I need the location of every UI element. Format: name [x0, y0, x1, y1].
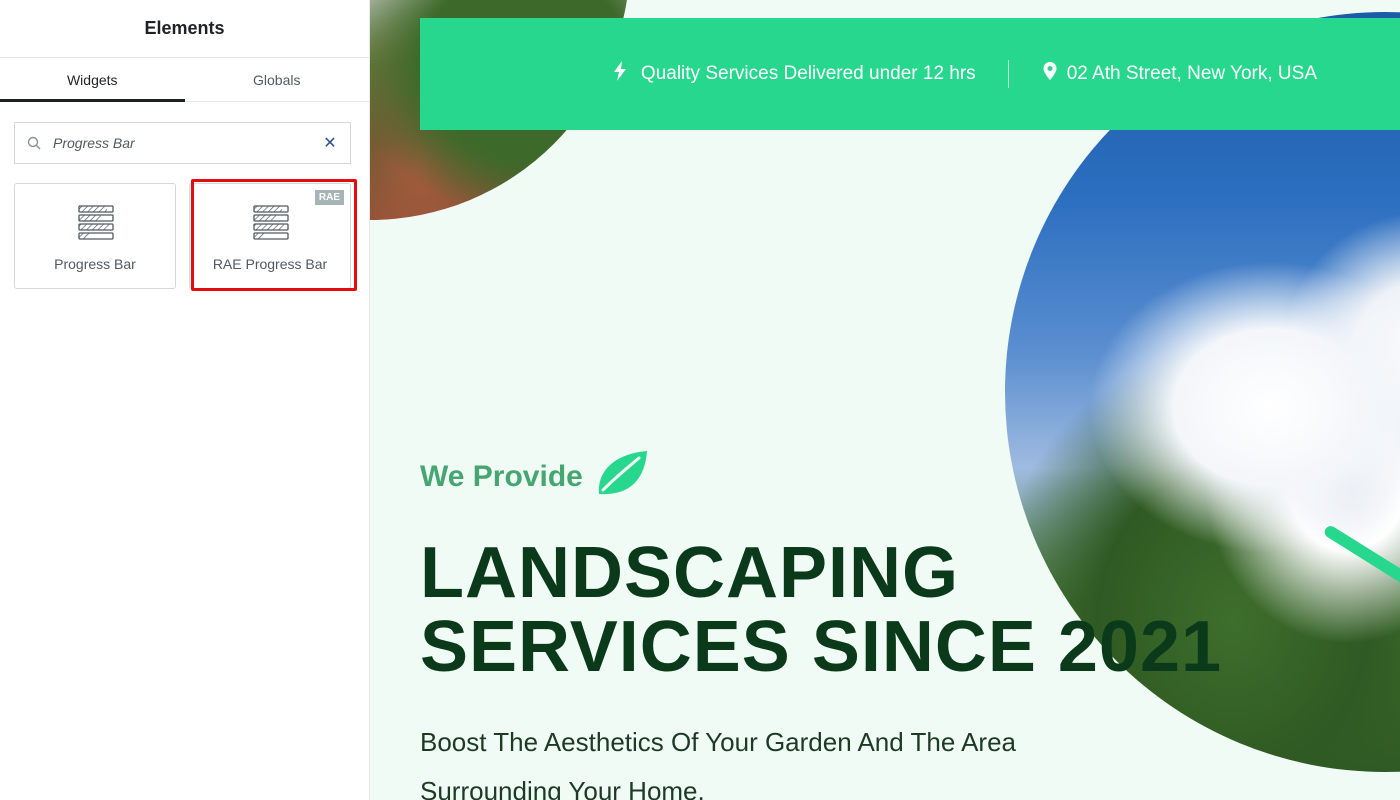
clear-search-icon[interactable]: ✕: [310, 123, 350, 163]
hero-section: We Provide LANDSCAPING SERVICES SINCE 20…: [420, 448, 1240, 800]
address-text: 02 Ath Street, New York, USA: [1066, 63, 1317, 84]
search-icon: [15, 136, 53, 150]
progress-bar-icon: [253, 204, 289, 245]
service-info: Quality Services Delivered under 12 hrs: [613, 61, 976, 87]
rae-badge: RAE: [314, 190, 344, 205]
eyebrow: We Provide: [420, 448, 1240, 506]
leaf-icon: [583, 448, 649, 506]
widget-label: RAE Progress Bar: [212, 256, 328, 272]
hero-subtext: Boost The Aesthetics Of Your Garden And …: [420, 718, 1100, 800]
widget-search: ✕: [14, 122, 351, 164]
hero-headline: LANDSCAPING SERVICES SINCE 2021: [420, 536, 1240, 684]
lightning-icon: [613, 61, 641, 87]
location-pin-icon: [1041, 61, 1067, 87]
service-text: Quality Services Delivered under 12 hrs: [640, 63, 976, 84]
widget-label: Progress Bar: [54, 256, 136, 272]
headline-line-2: SERVICES SINCE 2021: [420, 607, 1223, 687]
widget-progress-bar[interactable]: Progress Bar: [14, 183, 176, 289]
page-preview: Quality Services Delivered under 12 hrs …: [370, 0, 1400, 800]
panel-tabs: Widgets Globals: [0, 58, 369, 102]
panel-title: Elements: [0, 0, 369, 58]
address-info: 02 Ath Street, New York, USA: [1041, 61, 1317, 87]
search-input[interactable]: [53, 123, 310, 163]
tab-globals[interactable]: Globals: [185, 58, 370, 101]
info-bar: Quality Services Delivered under 12 hrs …: [420, 18, 1400, 130]
progress-bar-icon: [78, 204, 114, 245]
elements-panel: Elements Widgets Globals ✕: [0, 0, 370, 800]
divider: [1007, 60, 1009, 88]
subtext-line-2: Surrounding Your Home.: [420, 776, 705, 800]
headline-line-1: LANDSCAPING: [420, 533, 960, 613]
tab-widgets[interactable]: Widgets: [0, 58, 185, 102]
subtext-line-1: Boost The Aesthetics Of Your Garden And …: [420, 727, 1016, 757]
widget-rae-progress-bar[interactable]: RAE RAE Progress Bar: [189, 183, 351, 289]
eyebrow-text: We Provide: [420, 460, 583, 493]
